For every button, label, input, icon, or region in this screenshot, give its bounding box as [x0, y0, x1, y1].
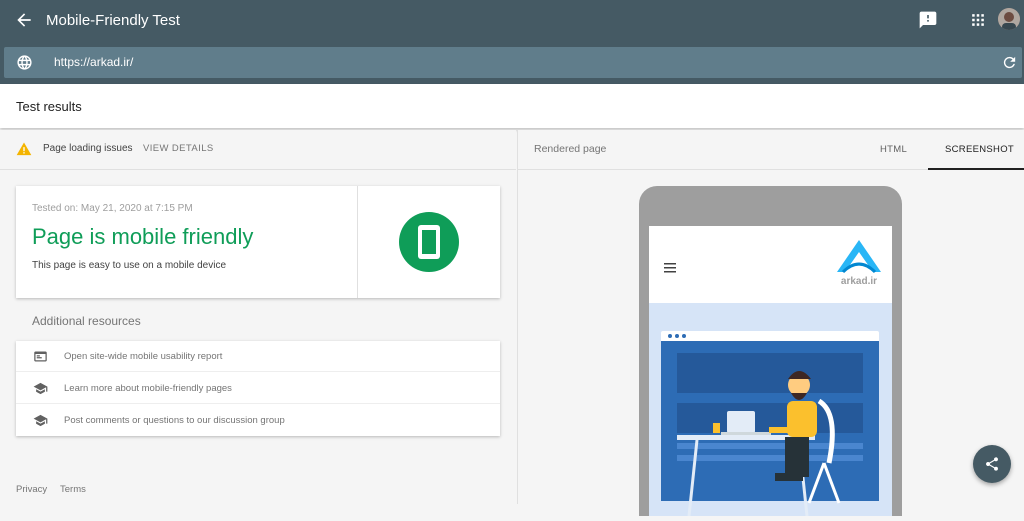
view-details-button[interactable]: VIEW DETAILS: [143, 143, 214, 154]
additional-resources-title: Additional resources: [32, 314, 141, 328]
resources-list: Open site-wide mobile usability report L…: [16, 341, 500, 436]
resource-item-learn-more[interactable]: Learn more about mobile-friendly pages: [16, 373, 500, 404]
tab-html[interactable]: HTML: [880, 144, 907, 155]
privacy-link[interactable]: Privacy: [16, 484, 47, 495]
active-tab-indicator: [928, 168, 1024, 170]
hamburger-menu-icon: [664, 260, 676, 273]
apps-grid-icon[interactable]: [968, 10, 988, 30]
refresh-icon[interactable]: [1001, 54, 1018, 71]
back-arrow-icon[interactable]: [14, 10, 34, 30]
preview-pane: Rendered page HTML SCREENSHOT arkad.ir: [517, 130, 1024, 517]
url-input[interactable]: https://arkad.ir/: [54, 55, 133, 69]
issue-bar: Page loading issues VIEW DETAILS: [0, 130, 516, 170]
results-header: Test results: [0, 84, 1024, 128]
tab-screenshot[interactable]: SCREENSHOT: [945, 144, 1014, 155]
hero-illustration: [649, 303, 892, 517]
phone-frame: arkad.ir: [639, 186, 902, 517]
rendered-page-label: Rendered page: [534, 143, 607, 155]
school-icon: [33, 381, 48, 396]
report-icon: [33, 349, 48, 364]
issue-text: Page loading issues: [43, 143, 133, 154]
school-icon: [33, 413, 48, 428]
arkad-logo: arkad.ir: [835, 236, 883, 288]
resource-item-discussion-group[interactable]: Post comments or questions to our discus…: [16, 405, 500, 436]
share-icon: [986, 457, 999, 471]
url-bar: https://arkad.ir/: [4, 47, 1022, 78]
terms-link[interactable]: Terms: [60, 484, 86, 495]
feedback-icon[interactable]: [918, 10, 938, 30]
warning-icon: [16, 141, 32, 156]
app-header: Mobile-Friendly Test https://arkad.ir/: [0, 0, 1024, 84]
resource-item-usability-report[interactable]: Open site-wide mobile usability report: [16, 341, 500, 372]
share-button[interactable]: [973, 445, 1011, 483]
resource-label: Open site-wide mobile usability report: [64, 351, 223, 362]
resource-label: Learn more about mobile-friendly pages: [64, 383, 232, 394]
app-title: Mobile-Friendly Test: [46, 12, 180, 29]
tested-on-timestamp: Tested on: May 21, 2020 at 7:15 PM: [32, 203, 193, 214]
account-avatar[interactable]: [998, 8, 1020, 30]
results-pane: Page loading issues VIEW DETAILS Tested …: [0, 130, 516, 504]
result-headline: Page is mobile friendly: [32, 224, 254, 249]
result-subtext: This page is easy to use on a mobile dev…: [32, 260, 226, 271]
results-title: Test results: [16, 99, 82, 114]
logo-text: arkad.ir: [841, 276, 877, 287]
card-divider: [357, 186, 358, 298]
preview-header: Rendered page HTML SCREENSHOT: [518, 130, 1024, 170]
resource-label: Post comments or questions to our discus…: [64, 415, 285, 426]
rendered-screenshot: arkad.ir: [649, 226, 892, 517]
globe-icon: [16, 54, 33, 71]
result-card: Tested on: May 21, 2020 at 7:15 PM Page …: [16, 186, 500, 298]
mobile-phone-icon: [399, 212, 459, 272]
